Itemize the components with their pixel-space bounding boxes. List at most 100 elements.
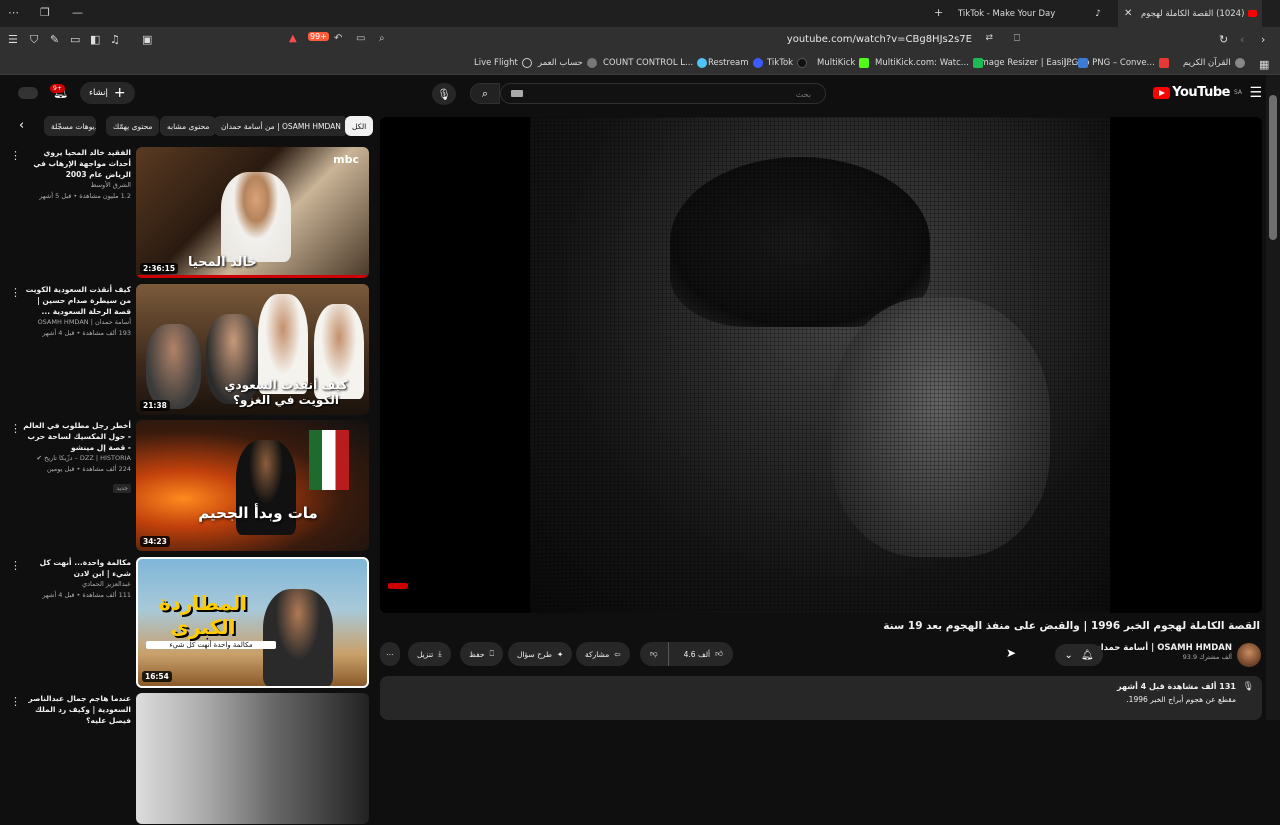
brush-icon[interactable]: ✎ [50,33,59,46]
share-button[interactable]: مشاركة ⇦ [576,642,630,666]
recommendation-channel[interactable]: أسامة حمدان | OSAMH HMDAN [22,317,131,328]
share-link-icon[interactable]: ⇄ [985,33,993,43]
more-options-icon[interactable]: ⋮ [10,695,21,708]
dislike-button[interactable]: 👎︎ [640,642,669,666]
chip-similar[interactable]: محتوى مشابه [160,116,217,136]
chips-prev-arrow-icon[interactable]: ‹ [19,118,24,133]
recommendation-thumbnail[interactable]: كيف أنقذت السعودي الكويت في الغزو؟ 21:38 [136,284,369,415]
save-button[interactable]: حفظ ⎕ [460,642,504,666]
vpn-warning-icon[interactable]: ▲ [289,33,297,44]
recommendation-item[interactable]: ⋮ كيف أنقذت السعودية الكويت من سيطرة صدا… [0,284,374,416]
tab-tiktok[interactable]: TikTok - Make Your Day ♪ [955,0,1105,27]
shield-icon[interactable]: ⛉ [30,33,38,47]
new-tab-icon[interactable]: + [934,6,943,19]
cast-icon[interactable]: ▭ [356,33,365,44]
recommendation-title[interactable]: كيف أنقذت السعودية الكويت من سيطرة صدام … [22,284,131,317]
page-scrollbar[interactable] [1266,75,1280,720]
thumbnail-text: مات وبدأ الجحيم [198,504,318,522]
media-icon[interactable]: ▣ [142,33,152,46]
recommendation-title[interactable]: عندما هاجم جمال عبدالناصر السعودية | وكي… [22,693,131,726]
recommendation-thumbnail[interactable]: مات وبدأ الجحيم 34:23 [136,420,369,551]
bookmark-save-icon: ⎕ [489,649,495,658]
more-options-icon[interactable]: ⋮ [10,286,21,299]
search-button[interactable]: ⌕ [470,83,500,104]
music-icon[interactable]: ♫ [110,33,120,46]
minimize-icon[interactable]: — [72,6,83,19]
guide-menu-icon[interactable]: ☰ [1249,85,1262,101]
video-player[interactable] [380,117,1262,613]
bookmark-image-resizer[interactable]: Image Resizer | Easil... [978,58,1089,68]
share-icon: ⇦ [614,649,621,659]
search-input[interactable] [511,87,811,101]
chip-from-channel[interactable]: من أسامة حمدان | OSAMH HMDAN [214,116,348,136]
video-title: القصة الكاملة لهجوم الخبر 1996 | والقبض … [883,620,1260,632]
search-tab-icon[interactable]: ⌕ [379,33,385,44]
sidebar-icon[interactable]: ◧ [90,33,100,46]
wallet-icon[interactable]: ▭ [70,33,80,46]
bookmark-multikick[interactable]: MultiKick [817,58,870,68]
bookmark-multikick-com[interactable]: MultiKick.com: Watc... [875,58,983,68]
more-options-icon[interactable]: ⋮ [10,149,21,162]
bookmark-live-flight[interactable]: Live Flight [474,58,532,68]
scrollbar-thumb[interactable] [1269,95,1277,240]
bookmark-icon[interactable]: ⎕ [1014,33,1020,44]
recommendation-channel[interactable]: عبدالعزيز الحمادي [22,579,131,590]
recommendation-thumbnail[interactable] [136,693,369,824]
chip-recorded-videos[interactable]: فيديوهات مسجّلة [44,116,96,136]
like-button[interactable]: 4.6 ألف 👍︎ [674,649,733,659]
tab-youtube-active[interactable]: ✕ (1024) القصة الكاملة لهجوم الخ [1118,0,1262,27]
more-options-icon[interactable]: ⋮ [10,422,21,435]
chip-label: محتوى مشابه [167,121,210,131]
recommendation-stats: 224 ألف مشاهدة • قبل يومين [46,465,131,473]
close-tab-icon[interactable]: ✕ [1124,8,1132,19]
hamburger-menu-icon[interactable]: ☰ [8,33,18,46]
restream-icon [752,58,763,68]
reload-icon[interactable]: ↻ [1219,33,1228,46]
chip-for-you[interactable]: محتوى يهمّك [106,116,160,136]
more-options-icon[interactable]: ⋮ [10,559,21,572]
account-avatar[interactable] [18,87,38,99]
jpg-png-icon [1158,58,1169,68]
like-count: 4.6 ألف [683,649,711,659]
recommendation-item[interactable]: ⋮ أخطر رجل مطلوب في العالم - حول المكسيك… [0,420,374,552]
recommendation-title[interactable]: الفقيد خالد المحيا يروي أحداث مواجهة الإ… [22,147,131,180]
ask-button[interactable]: طرح سؤال ✦ [508,642,573,666]
recommendation-channel[interactable]: DZZ | HISTORIA – دزّيكا تاريخ ✔ [22,453,131,464]
description-text: مقطع عن هجوم أبراج الخبر 1996. [1126,695,1236,704]
recommendation-thumbnail[interactable]: mbc خالد المحيا 2:36:15 [136,147,369,278]
recommendation-title[interactable]: مكالمة واحدة... أنهت كل شيء | ابن لادن [22,557,131,579]
recommendation-item[interactable]: ⋮ عندما هاجم جمال عبدالناصر السعودية | و… [0,693,374,825]
recommendation-item[interactable]: ⋮ مكالمة واحدة... أنهت كل شيء | ابن لادن… [0,557,374,689]
extensions-grid-icon[interactable]: ▦ [1259,58,1269,71]
autoplay-indicator [388,583,408,589]
bookmark-label: Image Resizer | Easil... [978,58,1075,68]
chip-all[interactable]: الكل [345,116,374,136]
bookmark-count-control[interactable]: COUNT CONTROL L... [603,58,708,68]
bookmark-tiktok[interactable]: TikTok [767,58,808,68]
description-box[interactable]: 131 ألف مشاهدة قبل 4 أشهر مقطع عن هجوم أ… [380,676,1262,720]
voice-search-button[interactable]: 🎙︎ [432,83,456,105]
bookmark-quran[interactable]: القرآن الكريم [1183,58,1245,68]
bookmark-age-calculator[interactable]: حساب العمر [538,58,597,68]
mbc-logo: mbc [333,153,359,166]
download-button[interactable]: تنزيل ⤓ [408,642,451,666]
back-icon[interactable]: ‹ [1240,33,1244,46]
recommendation-stats: 1.2 مليون مشاهدة • قبل 5 أشهر [39,192,131,200]
recommendation-channel[interactable]: الشرق الأوسط [22,180,131,191]
youtube-logo[interactable]: YouTube SA [1153,85,1242,100]
more-actions-button[interactable]: ⋯ [380,642,400,666]
bookmark-restream[interactable]: Restream [708,58,763,68]
url-text[interactable]: youtube.com/watch?v=CBg8HJs2s7E [787,34,972,45]
youtube-play-icon [1153,86,1171,99]
shields-icon[interactable]: 99+ [308,32,329,41]
create-button[interactable]: إنشاء + [80,82,135,104]
back-arrow-icon[interactable]: ↶ [334,33,342,44]
recommendation-thumbnail[interactable]: المطاردة الكبرى مكالمة واحدة أنهت كل شيء… [136,557,369,688]
recommendation-item[interactable]: ⋮ الفقيد خالد المحيا يروي أحداث مواجهة ا… [0,147,374,279]
recommendation-title[interactable]: أخطر رجل مطلوب في العالم - حول المكسيك ل… [22,420,131,453]
app-menu-icon[interactable]: ⋯ [8,6,19,19]
address-bar[interactable]: ▲ 99+ ↶ ▭ ⌕ youtube.com/watch?v=CBg8HJs2… [280,30,1030,50]
forward-icon[interactable]: › [1261,33,1265,46]
keyboard-icon[interactable] [511,90,523,97]
restore-window-icon[interactable]: ❐ [40,6,50,19]
